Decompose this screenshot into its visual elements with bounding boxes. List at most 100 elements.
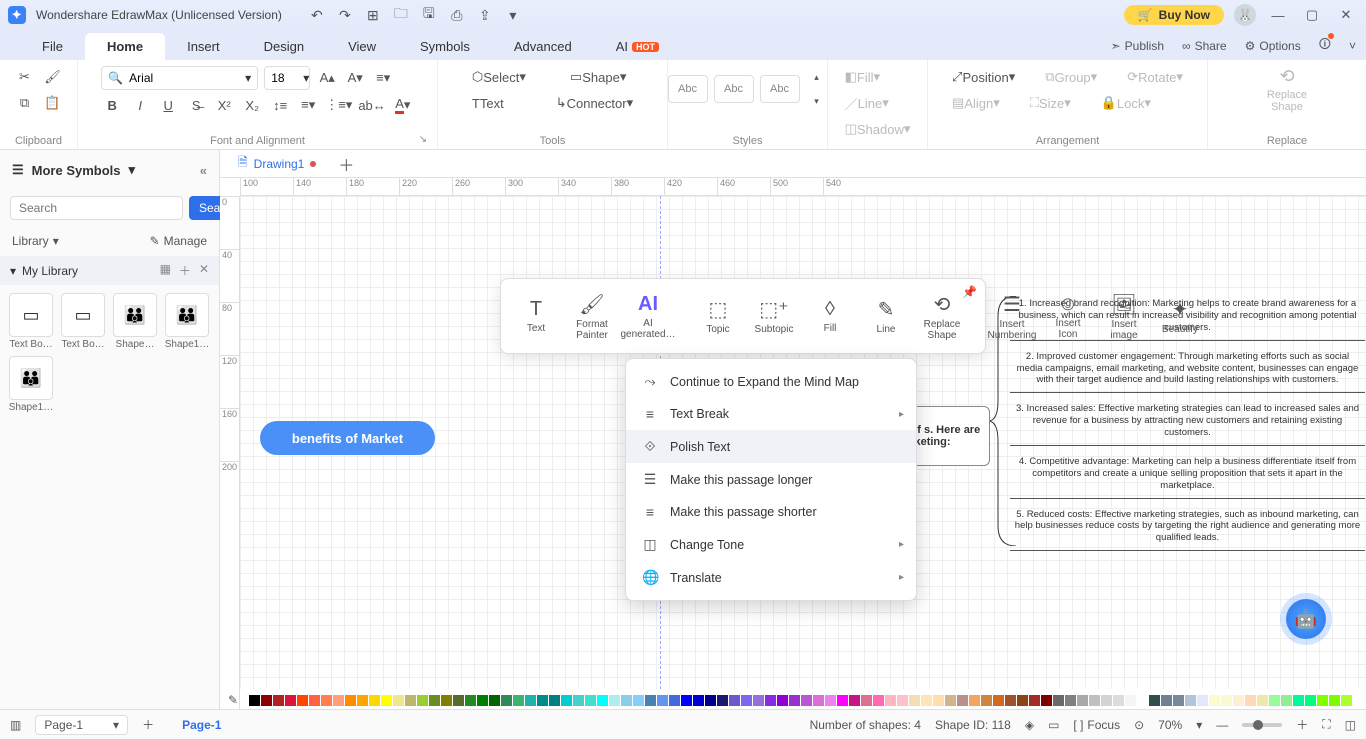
cut-button[interactable]: ✂ <box>14 66 36 88</box>
ft-ai-generated[interactable]: AIAI generated… <box>623 289 673 344</box>
color-swatch[interactable] <box>501 695 512 706</box>
lib-item-3[interactable]: 👪Shape… <box>112 293 158 350</box>
color-swatch[interactable] <box>861 695 872 706</box>
color-swatch[interactable] <box>957 695 968 706</box>
shape-tool[interactable]: ▭ Shape ▾ <box>564 66 632 88</box>
pages-icon[interactable]: ▥ <box>10 718 21 732</box>
lib-item-5[interactable]: 👪Shape1… <box>8 356 54 413</box>
color-swatch[interactable] <box>981 695 992 706</box>
lib-grid-icon[interactable]: ▦ <box>160 262 171 279</box>
position-button[interactable]: ⤢ Position▾ <box>946 66 1021 88</box>
color-swatch[interactable] <box>273 695 284 706</box>
color-swatch[interactable] <box>1017 695 1028 706</box>
lib-item-2[interactable]: ▭Text Bo… <box>60 293 106 350</box>
menu-symbols[interactable]: Symbols <box>398 33 492 60</box>
lock-button[interactable]: 🔒 Lock▾ <box>1095 92 1157 114</box>
color-swatch[interactable] <box>465 695 476 706</box>
ctx-polish-text[interactable]: ⟐Polish Text <box>626 430 916 463</box>
color-swatch[interactable] <box>1173 695 1184 706</box>
color-swatch[interactable] <box>777 695 788 706</box>
color-swatch[interactable] <box>1029 695 1040 706</box>
zoom-slider[interactable] <box>1242 723 1282 727</box>
color-swatch[interactable] <box>369 695 380 706</box>
color-swatch[interactable] <box>1149 695 1160 706</box>
add-page-button[interactable]: ＋ <box>142 716 154 733</box>
save-button[interactable]: 🖫 <box>422 8 436 22</box>
bullets-button[interactable]: ⋮≡▾ <box>325 94 352 116</box>
color-swatch[interactable] <box>573 695 584 706</box>
color-swatch[interactable] <box>885 695 896 706</box>
zoom-out-button[interactable]: — <box>1216 718 1228 732</box>
ctx-make-shorter[interactable]: ≡Make this passage shorter <box>626 496 916 528</box>
color-swatch[interactable] <box>837 695 848 706</box>
color-swatch[interactable] <box>1041 695 1052 706</box>
menu-insert[interactable]: Insert <box>165 33 242 60</box>
print-button[interactable]: ⎙ <box>450 8 464 22</box>
buy-now-button[interactable]: 🛒 Buy Now <box>1124 5 1224 25</box>
font-family-select[interactable]: 🔍 ▾ <box>101 66 258 90</box>
user-avatar[interactable]: 🐰 <box>1234 4 1256 26</box>
font-size-input[interactable] <box>271 71 297 85</box>
qat-more[interactable]: ▾ <box>506 8 520 22</box>
color-swatch[interactable] <box>765 695 776 706</box>
align-button[interactable]: ▤ Align▾ <box>946 92 1006 114</box>
color-swatch[interactable] <box>705 695 716 706</box>
color-swatch[interactable] <box>429 695 440 706</box>
connector-tool[interactable]: ↳ Connector ▾ <box>550 92 639 114</box>
color-swatch[interactable] <box>789 695 800 706</box>
color-swatch[interactable] <box>621 695 632 706</box>
style-next[interactable]: ▾ <box>806 90 828 112</box>
share-button[interactable]: ∞Share <box>1182 39 1227 53</box>
focus-button[interactable]: [ ] Focus <box>1073 718 1120 732</box>
color-swatch[interactable] <box>525 695 536 706</box>
color-swatch[interactable] <box>285 695 296 706</box>
color-swatch[interactable] <box>825 695 836 706</box>
color-swatch[interactable] <box>249 695 260 706</box>
ft-format-painter[interactable]: 🖌Format Painter <box>567 288 617 345</box>
color-swatch[interactable] <box>609 695 620 706</box>
color-swatch[interactable] <box>1329 695 1340 706</box>
copy-button[interactable]: ⧉ <box>14 92 36 114</box>
color-swatch[interactable] <box>297 695 308 706</box>
group-button[interactable]: ⧉ Group▾ <box>1039 66 1103 88</box>
ctx-translate[interactable]: 🌐Translate▸ <box>626 561 916 594</box>
color-swatch[interactable] <box>693 695 704 706</box>
color-swatch[interactable] <box>849 695 860 706</box>
color-swatch[interactable] <box>1281 695 1292 706</box>
color-swatch[interactable] <box>753 695 764 706</box>
color-swatch[interactable] <box>549 695 560 706</box>
color-swatch[interactable] <box>381 695 392 706</box>
color-swatch[interactable] <box>645 695 656 706</box>
color-swatch[interactable] <box>585 695 596 706</box>
color-swatch[interactable] <box>1209 695 1220 706</box>
window-minimize[interactable]: — <box>1266 8 1290 23</box>
ft-topic[interactable]: ⬚Topic <box>693 293 743 339</box>
underline-button[interactable]: U <box>157 94 179 116</box>
my-library-section[interactable]: ▾ My Library ▦ ＋ ✕ <box>0 256 219 285</box>
color-swatch[interactable] <box>909 695 920 706</box>
zoom-in-button[interactable]: ＋ <box>1296 716 1308 733</box>
color-swatch[interactable] <box>405 695 416 706</box>
line-button[interactable]: ／ Line ▾ <box>839 92 895 114</box>
color-swatch[interactable] <box>933 695 944 706</box>
color-swatch[interactable] <box>1065 695 1076 706</box>
bold-button[interactable]: B <box>101 94 123 116</box>
fullscreen-button[interactable]: ⛶ <box>1322 717 1330 732</box>
ft-fill[interactable]: ◊Fill <box>805 294 855 338</box>
color-swatch[interactable] <box>1137 695 1148 706</box>
ft-insert-image[interactable]: 🖼Insert image <box>1099 288 1149 345</box>
menu-design[interactable]: Design <box>242 33 326 60</box>
paste-button[interactable]: 📋 <box>42 92 64 114</box>
color-swatch[interactable] <box>537 695 548 706</box>
superscript-button[interactable]: X² <box>213 94 235 116</box>
menu-advanced[interactable]: Advanced <box>492 33 594 60</box>
line-spacing-button[interactable]: ≡▾ <box>297 94 319 116</box>
ctx-make-longer[interactable]: ☰Make this passage longer <box>626 463 916 496</box>
spacing-button[interactable]: ↕≡ <box>269 94 291 116</box>
ft-beautify[interactable]: ✦Beautify <box>1155 293 1205 339</box>
font-size-select[interactable]: ▾ <box>264 66 310 90</box>
color-swatch[interactable] <box>669 695 680 706</box>
replace-shape-button[interactable]: ⟲ Replace Shape <box>1262 66 1312 113</box>
publish-button[interactable]: ➣Publish <box>1111 39 1164 53</box>
color-swatch[interactable] <box>453 695 464 706</box>
